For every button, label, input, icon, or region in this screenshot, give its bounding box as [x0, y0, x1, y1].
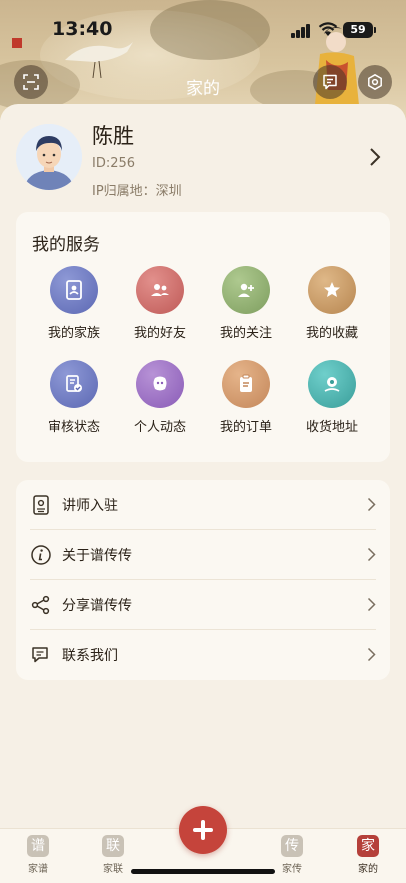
home-indicator [131, 869, 275, 874]
battery-indicator: 59 [343, 22, 376, 38]
profile-card[interactable]: 陈胜 ID:256 IP归属地：深圳 [16, 118, 390, 204]
service-my-orders[interactable]: 我的订单 [203, 360, 289, 435]
location-icon [308, 360, 356, 408]
info-icon [31, 545, 51, 565]
menu-about[interactable]: 关于谱传传 [16, 530, 390, 580]
settings-button[interactable] [358, 65, 392, 99]
address-book-icon [50, 266, 98, 314]
menu-list: 讲师入驻 关于谱传传 分享谱传传 联系我们 [16, 480, 390, 680]
service-personal-dynamics[interactable]: 个人动态 [117, 360, 203, 435]
menu-lecturer-join[interactable]: 讲师入驻 [16, 480, 390, 530]
chevron-right-icon [367, 547, 376, 562]
add-user-icon [222, 266, 270, 314]
chevron-right-icon [367, 647, 376, 662]
services-title: 我的服务 [32, 235, 100, 255]
wifi-icon [318, 22, 338, 36]
chevron-right-icon [367, 497, 376, 512]
home-icon: 家 [357, 835, 379, 857]
share-icon [31, 595, 50, 615]
profile-ip-location: IP归属地：深圳 [92, 184, 182, 199]
profile-name: 陈胜 [92, 124, 134, 148]
chat-icon [32, 647, 48, 663]
menu-contact-us[interactable]: 联系我们 [16, 630, 390, 680]
messages-button[interactable] [313, 65, 347, 99]
family-biography-icon: 传 [281, 835, 303, 857]
chevron-right-icon [367, 597, 376, 612]
dynamic-icon [136, 360, 184, 408]
chevron-right-icon[interactable] [368, 146, 382, 168]
gear-icon [368, 74, 382, 90]
review-icon [50, 360, 98, 408]
message-icon [323, 74, 337, 90]
service-my-friends[interactable]: 我的好友 [117, 266, 203, 341]
services-card: 我的服务 我的家族 我的好友 我的关注 我的收藏 审核状态 个人动态 我的订单 … [16, 212, 390, 462]
status-time: 13:40 [52, 18, 113, 40]
tab-mine[interactable]: 家 家的 [343, 835, 393, 875]
star-icon [308, 266, 356, 314]
profile-id: ID:256 [92, 156, 136, 171]
cellular-signal-icon [291, 24, 311, 38]
status-bar: 13:40 59 [0, 0, 406, 56]
menu-share[interactable]: 分享谱传传 [16, 580, 390, 630]
service-my-favorites[interactable]: 我的收藏 [289, 266, 375, 341]
clipboard-icon [222, 360, 270, 408]
service-my-follows[interactable]: 我的关注 [203, 266, 289, 341]
content-sheet: 陈胜 ID:256 IP归属地：深圳 我的服务 我的家族 我的好友 我的关注 我… [0, 104, 406, 829]
avatar[interactable] [16, 124, 82, 190]
family-tree-icon: 谱 [27, 835, 49, 857]
service-review-status[interactable]: 审核状态 [31, 360, 117, 435]
tab-family-tree[interactable]: 谱 家谱 [13, 835, 63, 875]
friends-icon [136, 266, 184, 314]
family-connect-icon: 联 [102, 835, 124, 857]
service-shipping-address[interactable]: 收货地址 [289, 360, 375, 435]
badge-icon [33, 495, 49, 515]
add-button[interactable] [179, 806, 227, 854]
service-my-family[interactable]: 我的家族 [31, 266, 117, 341]
